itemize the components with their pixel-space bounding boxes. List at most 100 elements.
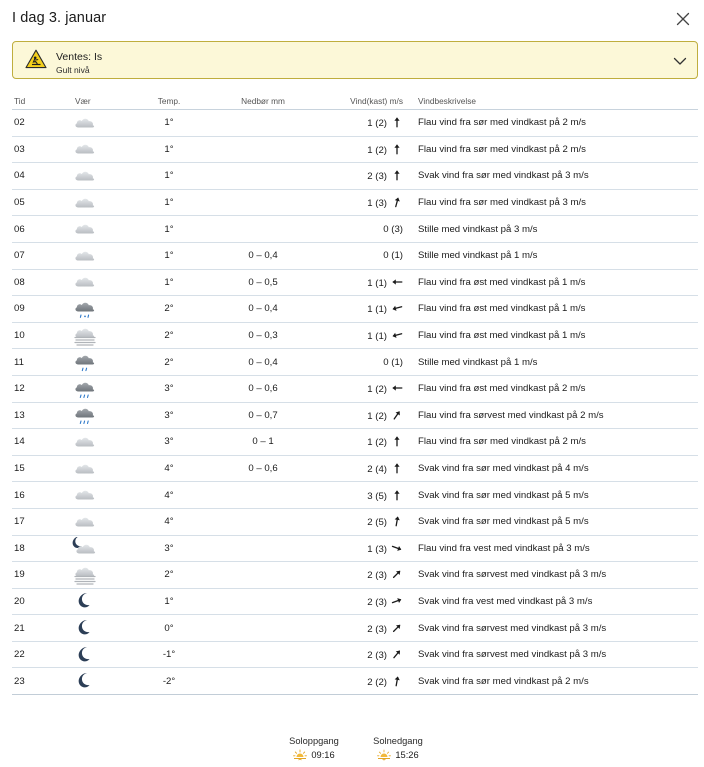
moon-icon — [78, 620, 90, 635]
hour-cell: 05 — [12, 189, 64, 217]
cloud-icon — [75, 171, 95, 181]
table-row: 10 2° 0 – 0,3 1 (1) Flau vind fra øst med vi… — [12, 322, 698, 350]
hour-cell: 04 — [12, 162, 64, 190]
table-row: 20 1° 2 (3) Svak vind fra vest med vindkast… — [12, 588, 698, 616]
wind-value: 1 (2) — [367, 437, 387, 449]
close-button[interactable] — [670, 6, 696, 32]
wind-description-cell: Flau vind fra øst med vindkast på 1 m/s — [403, 269, 698, 297]
symbol-cell — [64, 348, 135, 376]
wind-description-cell: Svak vind fra vest med vindkast på 3 m/s — [403, 588, 698, 616]
table-row: 17 4° 2 (5) Svak vind fra sør med vindkast … — [12, 508, 698, 536]
sunrise-label: Soloppgang — [289, 736, 339, 746]
wind-description-cell: Svak vind fra sør med vindkast på 5 m/s — [403, 508, 698, 536]
wind-description-cell: Svak vind fra sør med vindkast på 3 m/s — [403, 162, 698, 190]
rain-icon — [75, 382, 95, 398]
wind-value: 2 (3) — [367, 171, 387, 183]
wind-value: 1 (2) — [367, 144, 387, 156]
cloud-icon — [75, 251, 95, 261]
wind-direction-arrow-icon — [393, 411, 400, 420]
wind-direction-arrow-icon — [394, 490, 400, 501]
temperature-cell: 4° — [135, 481, 203, 509]
symbol-cell — [64, 535, 135, 563]
cloud-icon — [75, 118, 95, 128]
hourly-forecast-table: Tid Vær Temp. Nedbør mm Vind(kast) m/s V… — [12, 92, 698, 696]
wind-cell: 2 (5) — [323, 508, 403, 536]
table-row: 23 -2° 2 (2) Svak vind fra sør med vindkast… — [12, 667, 698, 696]
wind-direction-arrow-icon — [394, 676, 400, 687]
wind-cell: 1 (2) — [323, 109, 403, 137]
precipitation-cell — [203, 561, 323, 589]
sunset-icon — [377, 749, 392, 761]
temperature-cell: 1° — [135, 269, 203, 297]
symbol-cell — [64, 295, 135, 323]
wind-value: 1 (1) — [367, 277, 387, 289]
temperature-cell: 3° — [135, 535, 203, 563]
symbol-cell — [64, 402, 135, 430]
wind-value: 2 (3) — [367, 570, 387, 582]
rain-icon — [75, 409, 95, 425]
wind-cell: 1 (1) — [323, 295, 403, 323]
wind-direction-arrow-icon — [394, 170, 400, 181]
hour-cell: 18 — [12, 535, 64, 563]
dialog-header: I dag 3. januar — [0, 0, 704, 40]
weather-warning-banner[interactable]: Ventes: Is Gult nivå — [12, 41, 698, 79]
table-header-row: Tid Vær Temp. Nedbør mm Vind(kast) m/s V… — [12, 92, 698, 110]
symbol-cell — [64, 588, 135, 616]
symbol-cell — [64, 269, 135, 297]
column-header-symbol: Vær — [64, 92, 135, 110]
wind-direction-arrow-icon — [394, 144, 400, 155]
precipitation-cell: 0 – 0,4 — [203, 242, 323, 270]
precipitation-cell: 0 – 0,7 — [203, 402, 323, 430]
wind-value: 2 (5) — [367, 517, 387, 529]
wind-cell: 2 (3) — [323, 641, 403, 669]
hour-cell: 21 — [12, 614, 64, 642]
symbol-cell — [64, 162, 135, 190]
hour-cell: 13 — [12, 402, 64, 430]
column-header-wind: Vind(kast) m/s — [323, 92, 403, 110]
wind-value: 0 (1) — [383, 250, 403, 262]
symbol-cell — [64, 242, 135, 270]
drizzle-icon — [75, 355, 95, 372]
precipitation-cell: 0 – 0,4 — [203, 348, 323, 376]
table-row: 11 2° 0 – 0,4 0 (1) Stille med vindkast på 1… — [12, 348, 698, 376]
column-header-time: Tid — [12, 92, 64, 110]
hour-cell: 09 — [12, 295, 64, 323]
wind-direction-arrow-icon — [392, 385, 403, 391]
chevron-down-icon — [673, 57, 687, 65]
table-row: 03 1° 1 (2) Flau vind fra sør med vindkast … — [12, 136, 698, 164]
hour-cell: 10 — [12, 322, 64, 350]
wind-cell: 1 (2) — [323, 375, 403, 403]
wind-value: 2 (2) — [367, 676, 387, 688]
symbol-cell — [64, 109, 135, 137]
temperature-cell: 2° — [135, 322, 203, 350]
sunset-label: Solnedgang — [373, 736, 423, 746]
wind-value: 1 (1) — [367, 331, 387, 343]
table-row: 12 3° 0 – 0,6 1 (2) Flau vind fra øst med vi… — [12, 375, 698, 403]
wind-description-cell: Svak vind fra sørvest med vindkast på 3 … — [403, 641, 698, 669]
hour-cell: 02 — [12, 109, 64, 137]
wind-value: 1 (3) — [367, 198, 387, 210]
sunrise: Soloppgang 09:16 — [282, 736, 346, 761]
table-row: 02 1° 1 (2) Flau vind fra sør med vindkast … — [12, 109, 698, 137]
wind-value: 2 (3) — [367, 596, 387, 608]
wind-value: 0 (3) — [383, 223, 403, 235]
column-header-desc: Vindbeskrivelse — [403, 92, 698, 110]
hour-cell: 06 — [12, 215, 64, 243]
wind-description-cell: Flau vind fra vest med vindkast på 3 m/s — [403, 535, 698, 563]
hour-cell: 08 — [12, 269, 64, 297]
wind-cell: 2 (3) — [323, 614, 403, 642]
wind-description-cell: Stille med vindkast på 1 m/s — [403, 242, 698, 270]
wind-description-cell: Svak vind fra sør med vindkast på 2 m/s — [403, 667, 698, 696]
cloud-icon — [75, 198, 95, 208]
hour-cell: 14 — [12, 428, 64, 456]
temperature-cell: -2° — [135, 667, 203, 696]
hour-cell: 23 — [12, 667, 64, 696]
wind-direction-arrow-icon — [392, 571, 401, 579]
table-row: 09 2° 0 – 0,4 1 (1) Flau vind fra øst med vi… — [12, 295, 698, 323]
temperature-cell: 2° — [135, 561, 203, 589]
wind-direction-arrow-icon — [393, 650, 400, 659]
wind-description-cell: Flau vind fra sørvest med vindkast på 2 … — [403, 402, 698, 430]
hour-cell: 20 — [12, 588, 64, 616]
cloud-icon — [75, 490, 95, 500]
symbol-cell — [64, 508, 135, 536]
